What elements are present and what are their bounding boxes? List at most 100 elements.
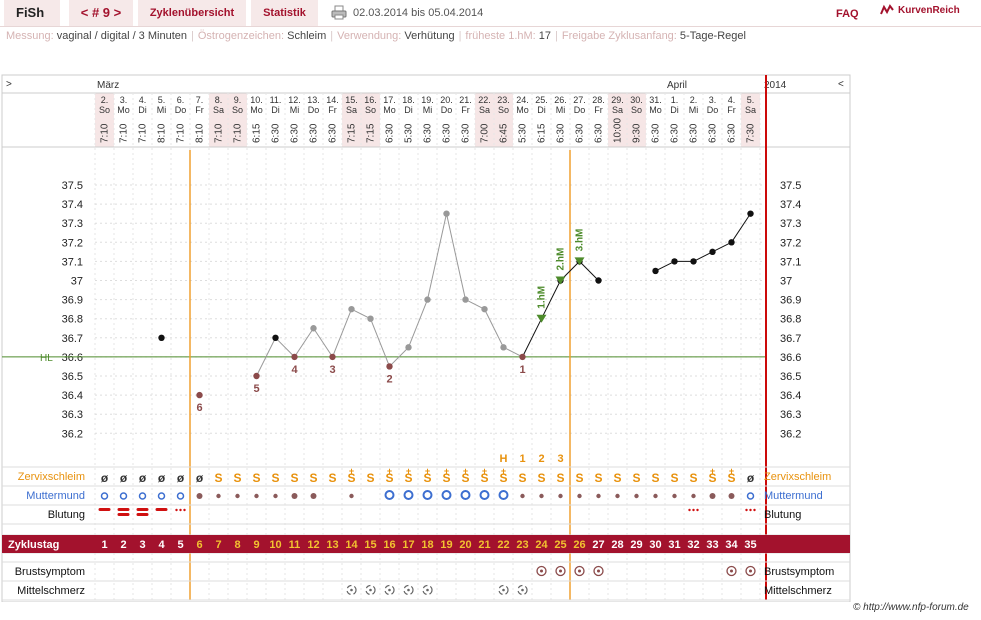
day-number: 12. (288, 95, 301, 105)
mucus-symbol: S (518, 471, 526, 485)
temp-axis-label: 36.8 (62, 314, 83, 326)
mucus-symbol: S (689, 471, 697, 485)
weekday-label: Mi (423, 105, 433, 115)
cycle-day-number: 17 (402, 539, 414, 551)
temp-axis-label-right: 36.9 (780, 295, 801, 307)
bleeding-dot (749, 508, 752, 512)
measure-time: 6:30 (423, 123, 434, 143)
temp-point (158, 334, 165, 341)
cervix-symbol (349, 493, 354, 499)
weekday-label: Mo (516, 105, 529, 115)
cycle-day-number: 24 (535, 539, 548, 551)
cycle-day-number: 6 (196, 539, 202, 551)
temp-point (747, 210, 754, 217)
bleeding-dot (696, 508, 699, 512)
date-range: 02.03.2014 bis 05.04.2014 (353, 7, 484, 19)
mucus-symbol: S (670, 471, 678, 485)
measure-time: 6:30 (708, 123, 719, 143)
cervix-symbol (672, 493, 677, 499)
cycle-day-number: 32 (687, 539, 699, 551)
faq-link[interactable]: FAQ (836, 0, 859, 28)
cycle-day-number: 23 (516, 539, 528, 551)
mucus-symbol: ø (101, 471, 109, 485)
meta-separator: | (458, 30, 462, 42)
mucus-plus: + (425, 466, 430, 476)
measure-time: 6:30 (651, 123, 662, 143)
weekday-label: So (99, 105, 110, 115)
cervix-symbol (558, 493, 563, 499)
peak-mark: 2 (538, 453, 544, 465)
mucus-plus: + (729, 466, 734, 476)
row-label-midpain-right: Mittelschmerz (764, 585, 832, 597)
meta-separator: | (191, 30, 194, 42)
month-label: März (97, 80, 119, 91)
measure-time: 9:30 (632, 123, 643, 143)
weekday-label: Mo (383, 105, 396, 115)
measure-time: 6:30 (556, 123, 567, 143)
mucus-symbol: S (214, 471, 222, 485)
day-number: 23. (497, 95, 510, 105)
bleeding-dot (179, 508, 182, 512)
cycle-day-number: 4 (158, 539, 165, 551)
weekday-label: Do (175, 105, 187, 115)
temp-axis-label: 37 (71, 276, 83, 288)
day-number: 3. (120, 95, 128, 105)
cycle-day-number: 9 (253, 539, 259, 551)
cervix-symbol (634, 493, 639, 499)
temp-axis-label: 36.3 (62, 409, 83, 421)
measure-time: 7:30 (746, 123, 757, 143)
temp-point (272, 334, 279, 341)
meta-value: 5-Tage-Regel (679, 30, 746, 42)
chart-nav-right: < (838, 79, 844, 90)
temp-point (443, 210, 450, 217)
mucus-symbol: S (328, 471, 336, 485)
weekday-label: Fr (461, 105, 470, 115)
low-count-label: 1 (519, 364, 525, 376)
temp-point (728, 239, 735, 246)
mucus-symbol: S (309, 471, 317, 485)
temp-point (196, 391, 203, 399)
temp-axis-label-right: 37.5 (780, 180, 801, 192)
measure-time: 6:30 (309, 123, 320, 143)
cycle-nav-tab[interactable]: < # 9 > (69, 0, 133, 26)
row-label-mucus: Zervixschleim (18, 471, 85, 483)
measure-time: 7:10 (214, 123, 225, 143)
cycle-day-label: Zyklustag (8, 539, 59, 551)
day-number: 10. (250, 95, 263, 105)
high-marker-label: 2.hM (556, 248, 567, 271)
cycle-meta-bar: Messung: vaginal / digital / 3 Minuten | Ö… (6, 30, 746, 42)
bleeding-bar (98, 508, 111, 511)
weekday-label: So (365, 105, 376, 115)
meta-label: Verwendung: (337, 30, 405, 42)
cycle-day-number: 35 (744, 539, 756, 551)
meta-value: Schleim (287, 30, 327, 42)
printer-icon[interactable] (331, 5, 347, 20)
bleeding-dot (692, 508, 695, 512)
temp-axis-label: 36.7 (62, 333, 83, 345)
kurvenreich-logo[interactable]: KurvenReich (880, 4, 960, 17)
measure-time: 6:30 (575, 123, 586, 143)
mucus-symbol: S (575, 471, 583, 485)
bleeding-bar (136, 508, 149, 511)
temp-point (671, 258, 678, 265)
cervix-symbol (291, 493, 298, 499)
temp-axis-label-right: 36.8 (780, 314, 801, 326)
tab-cycle-overview[interactable]: Zyklenübersicht (138, 0, 246, 26)
cycle-day-number: 15 (364, 539, 376, 551)
row-label-bleeding: Blutung (48, 509, 85, 521)
meta-label: Freigabe Zyklusanfang: (561, 30, 680, 42)
weekday-label: So (498, 105, 509, 115)
cycle-day-number: 10 (269, 539, 281, 551)
breast-symptom-dot (540, 569, 543, 573)
day-number: 11. (270, 95, 282, 105)
mucus-symbol: ø (158, 471, 166, 485)
measure-time: 6:30 (727, 123, 738, 143)
row-label-breast-right: Brustsymptom (764, 566, 834, 578)
tab-statistics[interactable]: Statistik (251, 0, 318, 26)
cervix-symbol (254, 493, 259, 499)
day-number: 19. (421, 95, 434, 105)
day-number: 26. (554, 95, 567, 105)
weekday-label: Mo (250, 105, 263, 115)
chart-nav-left: > (6, 79, 12, 90)
day-number: 4. (728, 95, 736, 105)
